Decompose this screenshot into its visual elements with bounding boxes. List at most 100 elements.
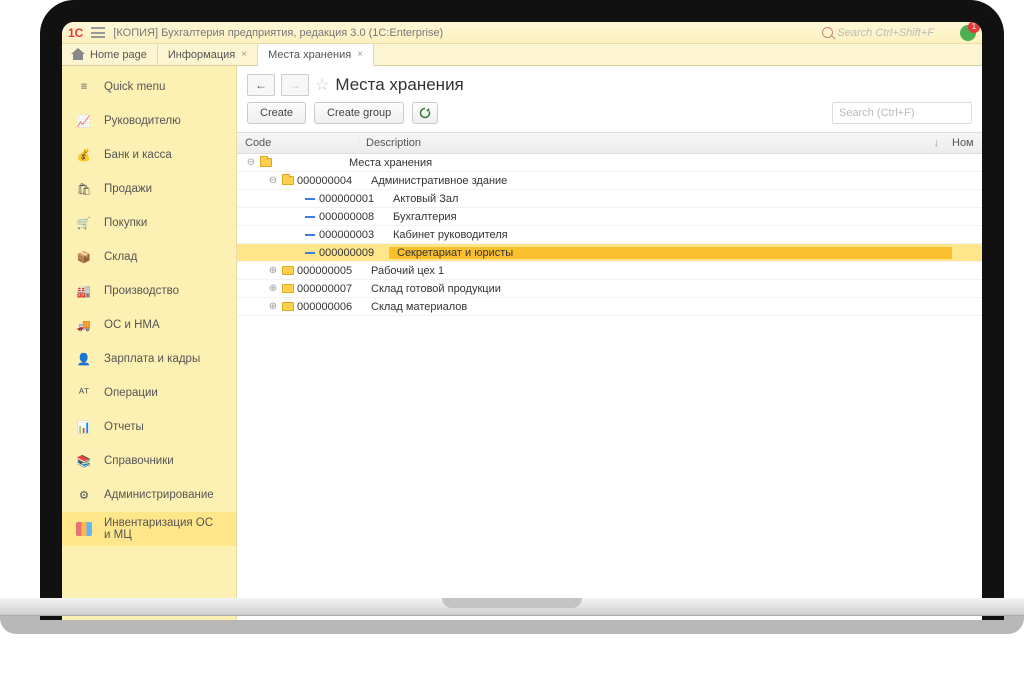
expand-toggle-icon[interactable]: ⊕ — [267, 265, 279, 276]
folder-icon — [282, 266, 294, 275]
tree-row[interactable]: 000000008Бухгалтерия — [237, 208, 982, 226]
sidebar-item-label: ОС и НМА — [104, 319, 160, 331]
home-icon — [72, 50, 84, 60]
refresh-button[interactable] — [412, 102, 438, 124]
tree-row[interactable]: ⊕000000006Склад материалов — [237, 298, 982, 316]
item-icon — [305, 198, 315, 200]
expand-toggle-icon[interactable]: ⊕ — [267, 301, 279, 312]
tree-list: ⊖ Места хранения ⊖ 000000004Административно… — [237, 154, 982, 316]
panel-header: ← → ☆ Места хранения — [237, 66, 982, 102]
sidebar-icon: 📚 — [76, 453, 92, 469]
nav-back-button[interactable]: ← — [247, 74, 275, 96]
expand-toggle-icon[interactable]: ⊖ — [245, 157, 257, 168]
sidebar-icon: 🏭 — [76, 283, 92, 299]
sidebar-item-label: Банк и касса — [104, 149, 172, 161]
sidebar-item-label: Quick menu — [104, 81, 165, 93]
sidebar-item-1[interactable]: 📈Руководителю — [62, 104, 236, 138]
tree-row[interactable]: 000000003Кабинет руководителя — [237, 226, 982, 244]
close-icon[interactable]: × — [357, 49, 363, 60]
tab-2[interactable]: Места хранения × — [258, 44, 374, 66]
tree-row[interactable]: ⊕000000005Рабочий цех 1 — [237, 262, 982, 280]
sidebar-item-label: Справочники — [104, 455, 174, 467]
tab-1[interactable]: Информация × — [158, 44, 258, 65]
sidebar-item-label: Продажи — [104, 183, 152, 195]
sidebar-icon: 📈 — [76, 113, 92, 129]
folder-icon — [260, 158, 272, 167]
tree-row[interactable]: ⊖ 000000004Административное здание — [237, 172, 982, 190]
tab-label: Информация — [168, 49, 235, 61]
sidebar-item-label: Производство — [104, 285, 179, 297]
row-code: 000000009 — [319, 247, 389, 259]
logo-1c: 1C — [68, 26, 83, 40]
sidebar-item-0[interactable]: ≡ Quick menu — [62, 70, 236, 104]
global-search[interactable]: Search Ctrl+Shift+F — [822, 27, 934, 39]
col-description-label: Description — [366, 137, 421, 149]
col-description-header[interactable]: Description ↓ — [362, 137, 947, 149]
sidebar-item-3[interactable]: 🛍Продажи — [62, 172, 236, 206]
row-code: 000000001 — [319, 193, 389, 205]
favorite-icon[interactable]: ☆ — [315, 75, 329, 95]
sidebar-item-8[interactable]: 👤Зарплата и кадры — [62, 342, 236, 376]
row-description: Склад готовой продукции — [367, 283, 982, 295]
sidebar-item-6[interactable]: 🏭 Производство — [62, 274, 236, 308]
sidebar-item-label: Администрирование — [104, 489, 214, 501]
sidebar-item-label: Инвентаризация ОС и МЦ — [104, 517, 222, 541]
main-menu-icon[interactable] — [91, 27, 105, 38]
sidebar-item-12[interactable]: ⚙Администрирование — [62, 478, 236, 512]
list-search-placeholder: Search (Ctrl+F) — [839, 107, 915, 119]
create-button[interactable]: Create — [247, 102, 306, 124]
tree-row[interactable]: ⊕ 000000007Склад готовой продукции — [237, 280, 982, 298]
col-code-header[interactable]: Code — [237, 137, 357, 149]
expand-toggle-icon[interactable]: ⊖ — [267, 175, 279, 186]
folder-icon — [282, 176, 294, 185]
laptop-screen-frame: 1C [КОПИЯ] Бухгалтерия предприятия, реда… — [40, 0, 1004, 620]
sidebar-item-10[interactable]: 📊Отчеты — [62, 410, 236, 444]
sidebar-item-11[interactable]: 📚 Справочники — [62, 444, 236, 478]
list-search-input[interactable]: Search (Ctrl+F) — [832, 102, 972, 124]
sidebar-icon — [76, 521, 92, 537]
list-header: Code Description ↓ Ном — [237, 132, 982, 154]
sidebar-item-label: Операции — [104, 387, 158, 399]
page-title: Места хранения — [335, 75, 463, 95]
laptop-notch — [442, 598, 582, 608]
sidebar-item-label: Склад — [104, 251, 137, 263]
sidebar-item-label: Зарплата и кадры — [104, 353, 200, 365]
row-description: Места хранения — [345, 157, 982, 169]
item-icon — [305, 216, 315, 218]
tab-home[interactable]: Home page — [62, 44, 158, 65]
create-group-button[interactable]: Create group — [314, 102, 404, 124]
sidebar-icon: 🚚 — [76, 317, 92, 333]
item-icon — [305, 252, 315, 254]
main-panel: ← → ☆ Места хранения Create Create group — [237, 66, 982, 620]
item-icon — [305, 234, 315, 236]
row-code: 000000005 — [297, 265, 367, 277]
row-description: Административное здание — [367, 175, 982, 187]
nav-forward-button[interactable]: → — [281, 74, 309, 96]
nav-sidebar: ≡ Quick menu 📈Руководителю💰Банк и касса🛍Пр… — [62, 66, 237, 620]
expand-toggle-icon[interactable]: ⊕ — [267, 283, 279, 294]
sidebar-item-9[interactable]: ᴬᵀОперации — [62, 376, 236, 410]
row-code: 000000007 — [297, 283, 367, 295]
close-icon[interactable]: × — [241, 49, 247, 60]
sidebar-item-2[interactable]: 💰Банк и касса — [62, 138, 236, 172]
tree-row[interactable]: 000000001Актовый Зал — [237, 190, 982, 208]
sidebar-icon: 🛒 — [76, 215, 92, 231]
sidebar-item-13[interactable]: Инвентаризация ОС и МЦ — [62, 512, 236, 546]
row-description: Актовый Зал — [389, 193, 982, 205]
sidebar-icon: ≡ — [76, 79, 92, 95]
row-code: 000000004 — [297, 175, 367, 187]
tab-label: Места хранения — [268, 49, 351, 61]
sidebar-item-7[interactable]: 🚚 ОС и НМА — [62, 308, 236, 342]
refresh-icon — [419, 107, 431, 119]
row-description: Бухгалтерия — [389, 211, 982, 223]
tab-label: Home page — [90, 49, 147, 61]
notifications-icon[interactable] — [960, 25, 976, 41]
folder-icon — [282, 302, 294, 311]
tree-row[interactable]: ⊖ Места хранения — [237, 154, 982, 172]
row-code: 000000003 — [319, 229, 389, 241]
app-window: 1C [КОПИЯ] Бухгалтерия предприятия, реда… — [62, 22, 982, 620]
sidebar-item-5[interactable]: 📦Склад — [62, 240, 236, 274]
sidebar-item-4[interactable]: 🛒Покупки — [62, 206, 236, 240]
col-nomer-header[interactable]: Ном — [952, 137, 982, 149]
tree-row[interactable]: 000000009Секретариат и юристы — [237, 244, 982, 262]
